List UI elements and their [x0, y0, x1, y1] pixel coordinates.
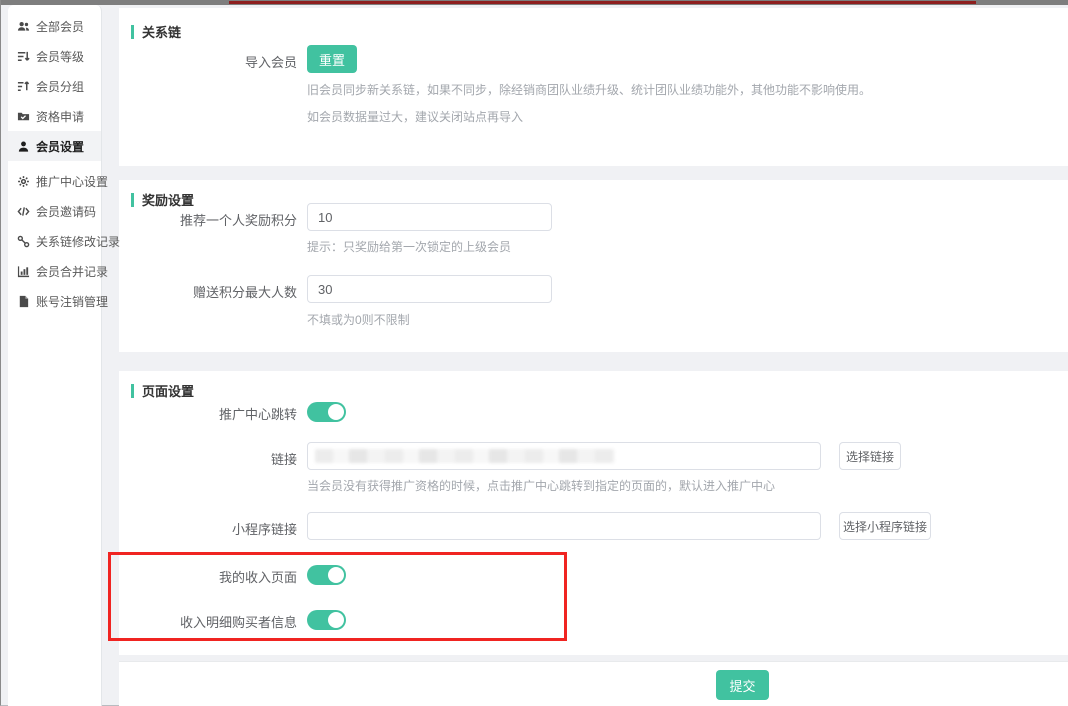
sidebar-item-label: 会员等级 — [36, 48, 84, 65]
miniprogram-link-input[interactable] — [307, 512, 821, 540]
sidebar-item-relation-log[interactable]: 关系链修改记录 — [8, 226, 101, 256]
link-icon — [17, 235, 30, 248]
sidebar-item-qualification[interactable]: 资格申请 — [8, 101, 101, 131]
my-income-page-toggle[interactable] — [307, 565, 346, 585]
sidebar-item-label: 会员合并记录 — [36, 263, 108, 280]
max-people-help: 不填或为0则不限制 — [307, 311, 410, 328]
import-help-line2: 如会员数据量过大，建议关闭站点再导入 — [307, 108, 523, 125]
reset-button[interactable]: 重置 — [307, 45, 357, 73]
folder-check-icon — [17, 110, 30, 123]
sidebar-item-label: 会员设置 — [36, 138, 84, 155]
sidebar-item-label: 推广中心设置 — [36, 173, 108, 190]
file-icon — [17, 295, 30, 308]
sidebar-item-label: 全部会员 — [36, 18, 84, 35]
submit-button[interactable]: 提交 — [716, 670, 769, 700]
relation-chain-section: 关系链 导入会员 重置 旧会员同步新关系链，如果不同步，除经销商团队业绩升级、统… — [119, 8, 1068, 166]
bar-chart-icon — [17, 265, 30, 278]
link-help: 当会员没有获得推广资格的时候，点击推广中心跳转到指定的页面的，默认进入推广中心 — [307, 477, 775, 494]
sidebar-item-member-groups[interactable]: 会员分组 — [8, 71, 101, 101]
link-label: 链接 — [119, 449, 297, 468]
gear-icon — [17, 175, 30, 188]
my-income-page-label: 我的收入页面 — [119, 567, 297, 586]
user-icon — [17, 140, 30, 153]
max-people-input[interactable] — [307, 275, 552, 303]
link-redacted-value — [315, 449, 615, 463]
reward-settings-section: 奖励设置 推荐一个人奖励积分 提示：只奖励给第一次锁定的上级会员 赠送积分最大人… — [119, 180, 1068, 352]
promo-jump-toggle[interactable] — [307, 402, 346, 422]
import-members-label: 导入会员 — [119, 52, 297, 71]
section-title: 关系链 — [142, 22, 181, 41]
income-buyer-info-label: 收入明细购买者信息 — [119, 612, 297, 631]
toggle-knob — [328, 612, 344, 628]
sidebar-item-merge-log[interactable]: 会员合并记录 — [8, 256, 101, 286]
toggle-knob — [328, 567, 344, 583]
red-annotation-line — [229, 1, 976, 4]
income-buyer-info-toggle[interactable] — [307, 610, 346, 630]
recommend-points-input[interactable] — [307, 203, 552, 231]
sidebar-item-label: 账号注销管理 — [36, 293, 108, 310]
users-icon — [17, 20, 30, 33]
sort-numeric-icon — [17, 50, 30, 63]
footer-bar: 提交 — [119, 662, 1068, 706]
select-miniprogram-link-button[interactable]: 选择小程序链接 — [839, 512, 931, 540]
max-people-label: 赠送积分最大人数 — [119, 282, 297, 301]
sidebar-item-label: 关系链修改记录 — [36, 233, 120, 250]
select-link-button[interactable]: 选择链接 — [839, 442, 901, 470]
window-top-strip — [1, 0, 1068, 5]
code-icon — [17, 205, 30, 218]
sidebar-item-promo-center-settings[interactable]: 推广中心设置 — [8, 166, 101, 196]
sort-alpha-icon — [17, 80, 30, 93]
sidebar-item-all-members[interactable]: 全部会员 — [8, 11, 101, 41]
miniprogram-link-label: 小程序链接 — [119, 519, 297, 538]
promo-jump-label: 推广中心跳转 — [119, 404, 297, 423]
sidebar-item-label: 会员分组 — [36, 78, 84, 95]
recommend-points-help: 提示：只奖励给第一次锁定的上级会员 — [307, 238, 511, 255]
page-settings-section: 页面设置 推广中心跳转 链接 选择链接 当会员没有获得推广资格的时候，点击推广中… — [119, 371, 1068, 655]
section-title: 页面设置 — [142, 381, 194, 400]
section-title: 奖励设置 — [142, 190, 194, 209]
sidebar-item-label: 会员邀请码 — [36, 203, 96, 220]
sidebar-item-account-cancel[interactable]: 账号注销管理 — [8, 286, 101, 316]
section-accent-bar — [131, 25, 134, 39]
sidebar: 全部会员 会员等级 会员分组 资格申请 会员设置 推广中心设置 会员邀请码 关系… — [8, 5, 102, 706]
sidebar-item-invite-code[interactable]: 会员邀请码 — [8, 196, 101, 226]
toggle-knob — [328, 404, 344, 420]
section-accent-bar — [131, 193, 134, 207]
import-help-line1: 旧会员同步新关系链，如果不同步，除经销商团队业绩升级、统计团队业绩功能外，其他功… — [307, 81, 871, 98]
section-accent-bar — [131, 384, 134, 398]
sidebar-item-member-settings[interactable]: 会员设置 — [8, 131, 101, 161]
sidebar-item-label: 资格申请 — [36, 108, 84, 125]
sidebar-item-member-levels[interactable]: 会员等级 — [8, 41, 101, 71]
recommend-points-label: 推荐一个人奖励积分 — [119, 210, 297, 229]
